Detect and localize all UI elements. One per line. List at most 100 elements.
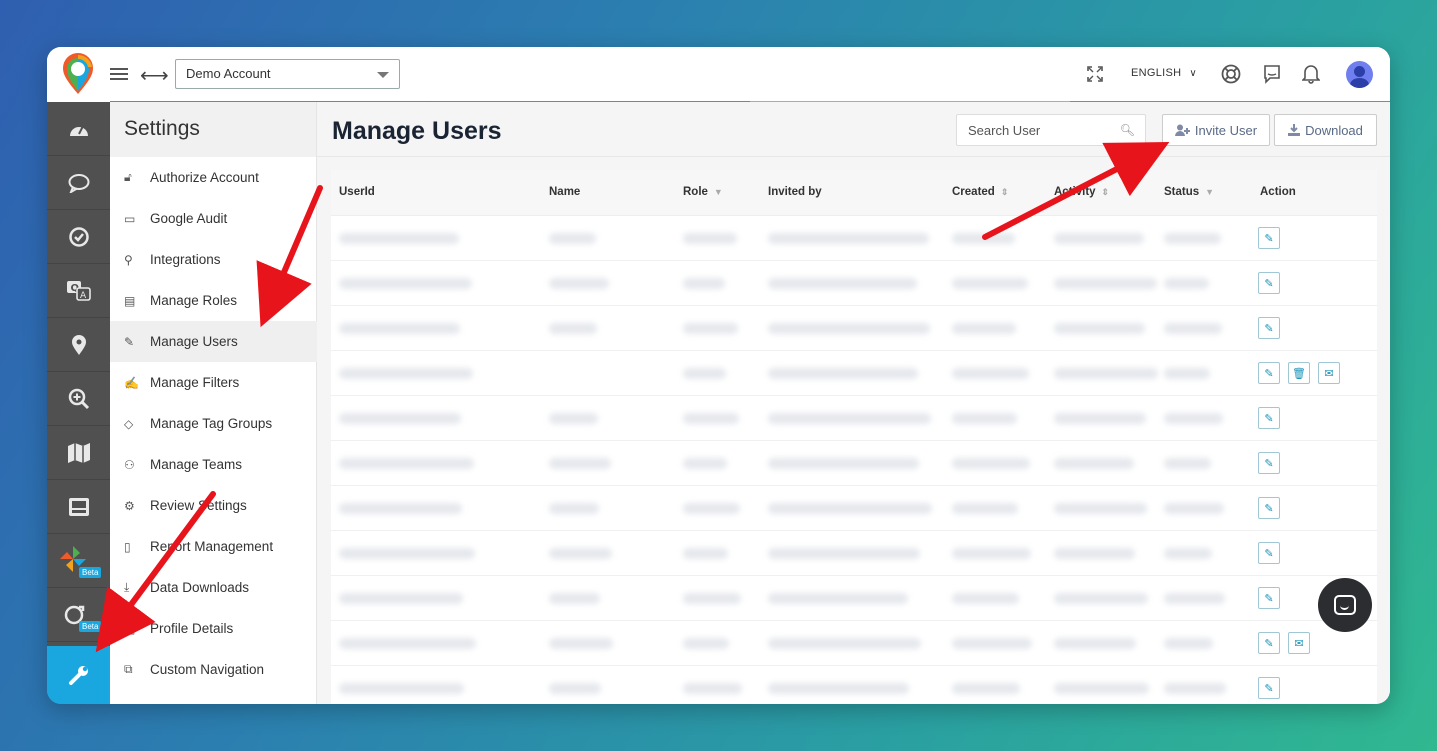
redacted-cell — [549, 638, 613, 649]
table-row: ✎ 🗑︎ ✉ — [331, 351, 1377, 396]
column-header-userid[interactable]: UserId — [339, 186, 375, 198]
settings-panel: Settings 🔓︎ Authorize Account ▭ Google Aud… — [110, 102, 317, 704]
redacted-cell — [1054, 503, 1147, 514]
column-header-activity[interactable]: Activity ⇕ — [1054, 186, 1109, 198]
table-row: ✎ — [331, 306, 1377, 351]
edit-icon[interactable]: ✎ — [1258, 542, 1280, 564]
menu-label: Authorize Account — [150, 170, 259, 185]
map-icon[interactable] — [47, 426, 110, 480]
avatar[interactable] — [1346, 61, 1373, 88]
redacted-cell — [683, 503, 740, 514]
window-icon: ⧉ — [124, 662, 133, 676]
settings-item-integrations[interactable]: ⚲ Integrations — [110, 239, 317, 280]
wrench-icon[interactable] — [47, 646, 110, 704]
download-button[interactable]: Download — [1274, 114, 1377, 146]
menu-icon[interactable] — [110, 65, 128, 81]
search-zoom-icon[interactable] — [47, 372, 110, 426]
fullscreen-icon[interactable] — [1087, 66, 1103, 82]
filter-icon[interactable]: ▼ — [714, 187, 723, 197]
redacted-cell — [952, 503, 1018, 514]
mail-icon[interactable]: ✉ — [1318, 362, 1340, 384]
search-input[interactable]: Search User 🔍︎ — [956, 114, 1146, 146]
settings-item-profile-details[interactable]: ▨ Profile Details — [110, 608, 317, 649]
settings-item-review-settings[interactable]: ⚙ Review Settings — [110, 485, 317, 526]
redacted-cell — [1164, 368, 1210, 379]
image-icon: ▨ — [124, 621, 136, 636]
settings-title: Settings — [110, 102, 316, 157]
settings-item-data-downloads[interactable]: ⤓ Data Downloads — [110, 567, 317, 608]
redacted-cell — [768, 593, 908, 604]
redacted-cell — [1054, 323, 1145, 334]
settings-item-manage-roles[interactable]: ▤ Manage Roles — [110, 280, 317, 321]
row-actions: ✎ — [1258, 452, 1280, 474]
pinwheel-icon[interactable]: Beta — [47, 534, 110, 588]
settings-item-report-management[interactable]: ▯ Report Management — [110, 526, 317, 567]
redacted-cell — [768, 458, 919, 469]
account-select[interactable]: Demo Account — [175, 59, 400, 89]
mail-icon[interactable]: ✉ — [1288, 632, 1310, 654]
column-header-status[interactable]: Status ▼ — [1164, 186, 1214, 198]
chat-bubble-icon[interactable] — [47, 156, 110, 210]
edit-icon[interactable]: ✎ — [1258, 407, 1280, 429]
edit-icon[interactable]: ✎ — [1258, 362, 1280, 384]
refresh-icon[interactable]: Beta — [47, 588, 110, 642]
edit-icon[interactable]: ✎ — [1258, 587, 1280, 609]
menu-label: Manage Tag Groups — [150, 416, 273, 431]
edit-icon[interactable]: ✎ — [1258, 452, 1280, 474]
edit-box-icon: ✍ — [124, 375, 139, 390]
redacted-cell — [1164, 548, 1212, 559]
expand-horizontal-icon[interactable]: ⟷ — [140, 63, 169, 88]
bell-icon[interactable] — [1302, 63, 1320, 84]
settings-item-manage-teams[interactable]: ⚇ Manage Teams — [110, 444, 317, 485]
redacted-cell — [339, 233, 459, 244]
invite-user-label: Invite User — [1194, 122, 1258, 138]
lock-icon: 🔓︎ — [124, 170, 132, 184]
redacted-cell — [1164, 458, 1211, 469]
table-row: ✎ — [331, 441, 1377, 486]
settings-item-manage-filters[interactable]: ✍ Manage Filters — [110, 362, 317, 403]
edit-icon[interactable]: ✎ — [1258, 632, 1280, 654]
redacted-cell — [683, 233, 737, 244]
redacted-cell — [768, 503, 932, 514]
settings-item-authorize-account[interactable]: 🔓︎ Authorize Account — [110, 157, 317, 198]
redacted-cell — [549, 233, 596, 244]
sort-icon[interactable]: ⇕ — [1001, 187, 1009, 197]
edit-icon[interactable]: ✎ — [1258, 227, 1280, 249]
help-icon[interactable] — [1221, 64, 1241, 84]
gear-icon: ⚙ — [124, 498, 135, 513]
column-header-name[interactable]: Name — [549, 186, 580, 198]
inbox-icon[interactable] — [47, 480, 110, 534]
check-circle-icon[interactable] — [47, 210, 110, 264]
dashboard-icon[interactable] — [47, 102, 110, 156]
edit-icon[interactable]: ✎ — [1258, 677, 1280, 699]
location-pin-icon[interactable] — [47, 318, 110, 372]
qa-icon[interactable]: QA — [47, 264, 110, 318]
redacted-cell — [683, 368, 726, 379]
filter-icon[interactable]: ▼ — [1205, 187, 1214, 197]
settings-item-manage-tag-groups[interactable]: ◇ Manage Tag Groups — [110, 403, 317, 444]
column-header-invited-by[interactable]: Invited by — [768, 186, 822, 198]
edit-icon[interactable]: ✎ — [1258, 317, 1280, 339]
redacted-cell — [683, 458, 727, 469]
language-select[interactable]: ENGLISH ∨ — [1131, 67, 1197, 79]
column-header-created[interactable]: Created ⇕ — [952, 186, 1008, 198]
delete-icon[interactable]: 🗑︎ — [1288, 362, 1310, 384]
redacted-cell — [1164, 593, 1225, 604]
chat-icon[interactable] — [1263, 64, 1281, 84]
redacted-cell — [768, 683, 909, 694]
sort-icon[interactable]: ⇕ — [1102, 187, 1110, 197]
chat-widget-button[interactable] — [1318, 578, 1372, 632]
edit-icon[interactable]: ✎ — [1258, 497, 1280, 519]
svg-text:A: A — [80, 291, 87, 301]
settings-item-google-audit[interactable]: ▭ Google Audit — [110, 198, 317, 239]
page-title: Manage Users — [332, 117, 502, 145]
invite-user-button[interactable]: Invite User — [1162, 114, 1270, 146]
app-logo[interactable] — [61, 53, 95, 95]
column-header-role[interactable]: Role ▼ — [683, 186, 723, 198]
settings-item-manage-users[interactable]: ✎ Manage Users — [110, 321, 317, 362]
edit-icon[interactable]: ✎ — [1258, 272, 1280, 294]
settings-item-custom-navigation[interactable]: ⧉ Custom Navigation — [110, 649, 317, 690]
column-label: Role — [683, 186, 708, 198]
redacted-cell — [683, 638, 729, 649]
table-row: ✎ ✉ — [331, 621, 1377, 666]
